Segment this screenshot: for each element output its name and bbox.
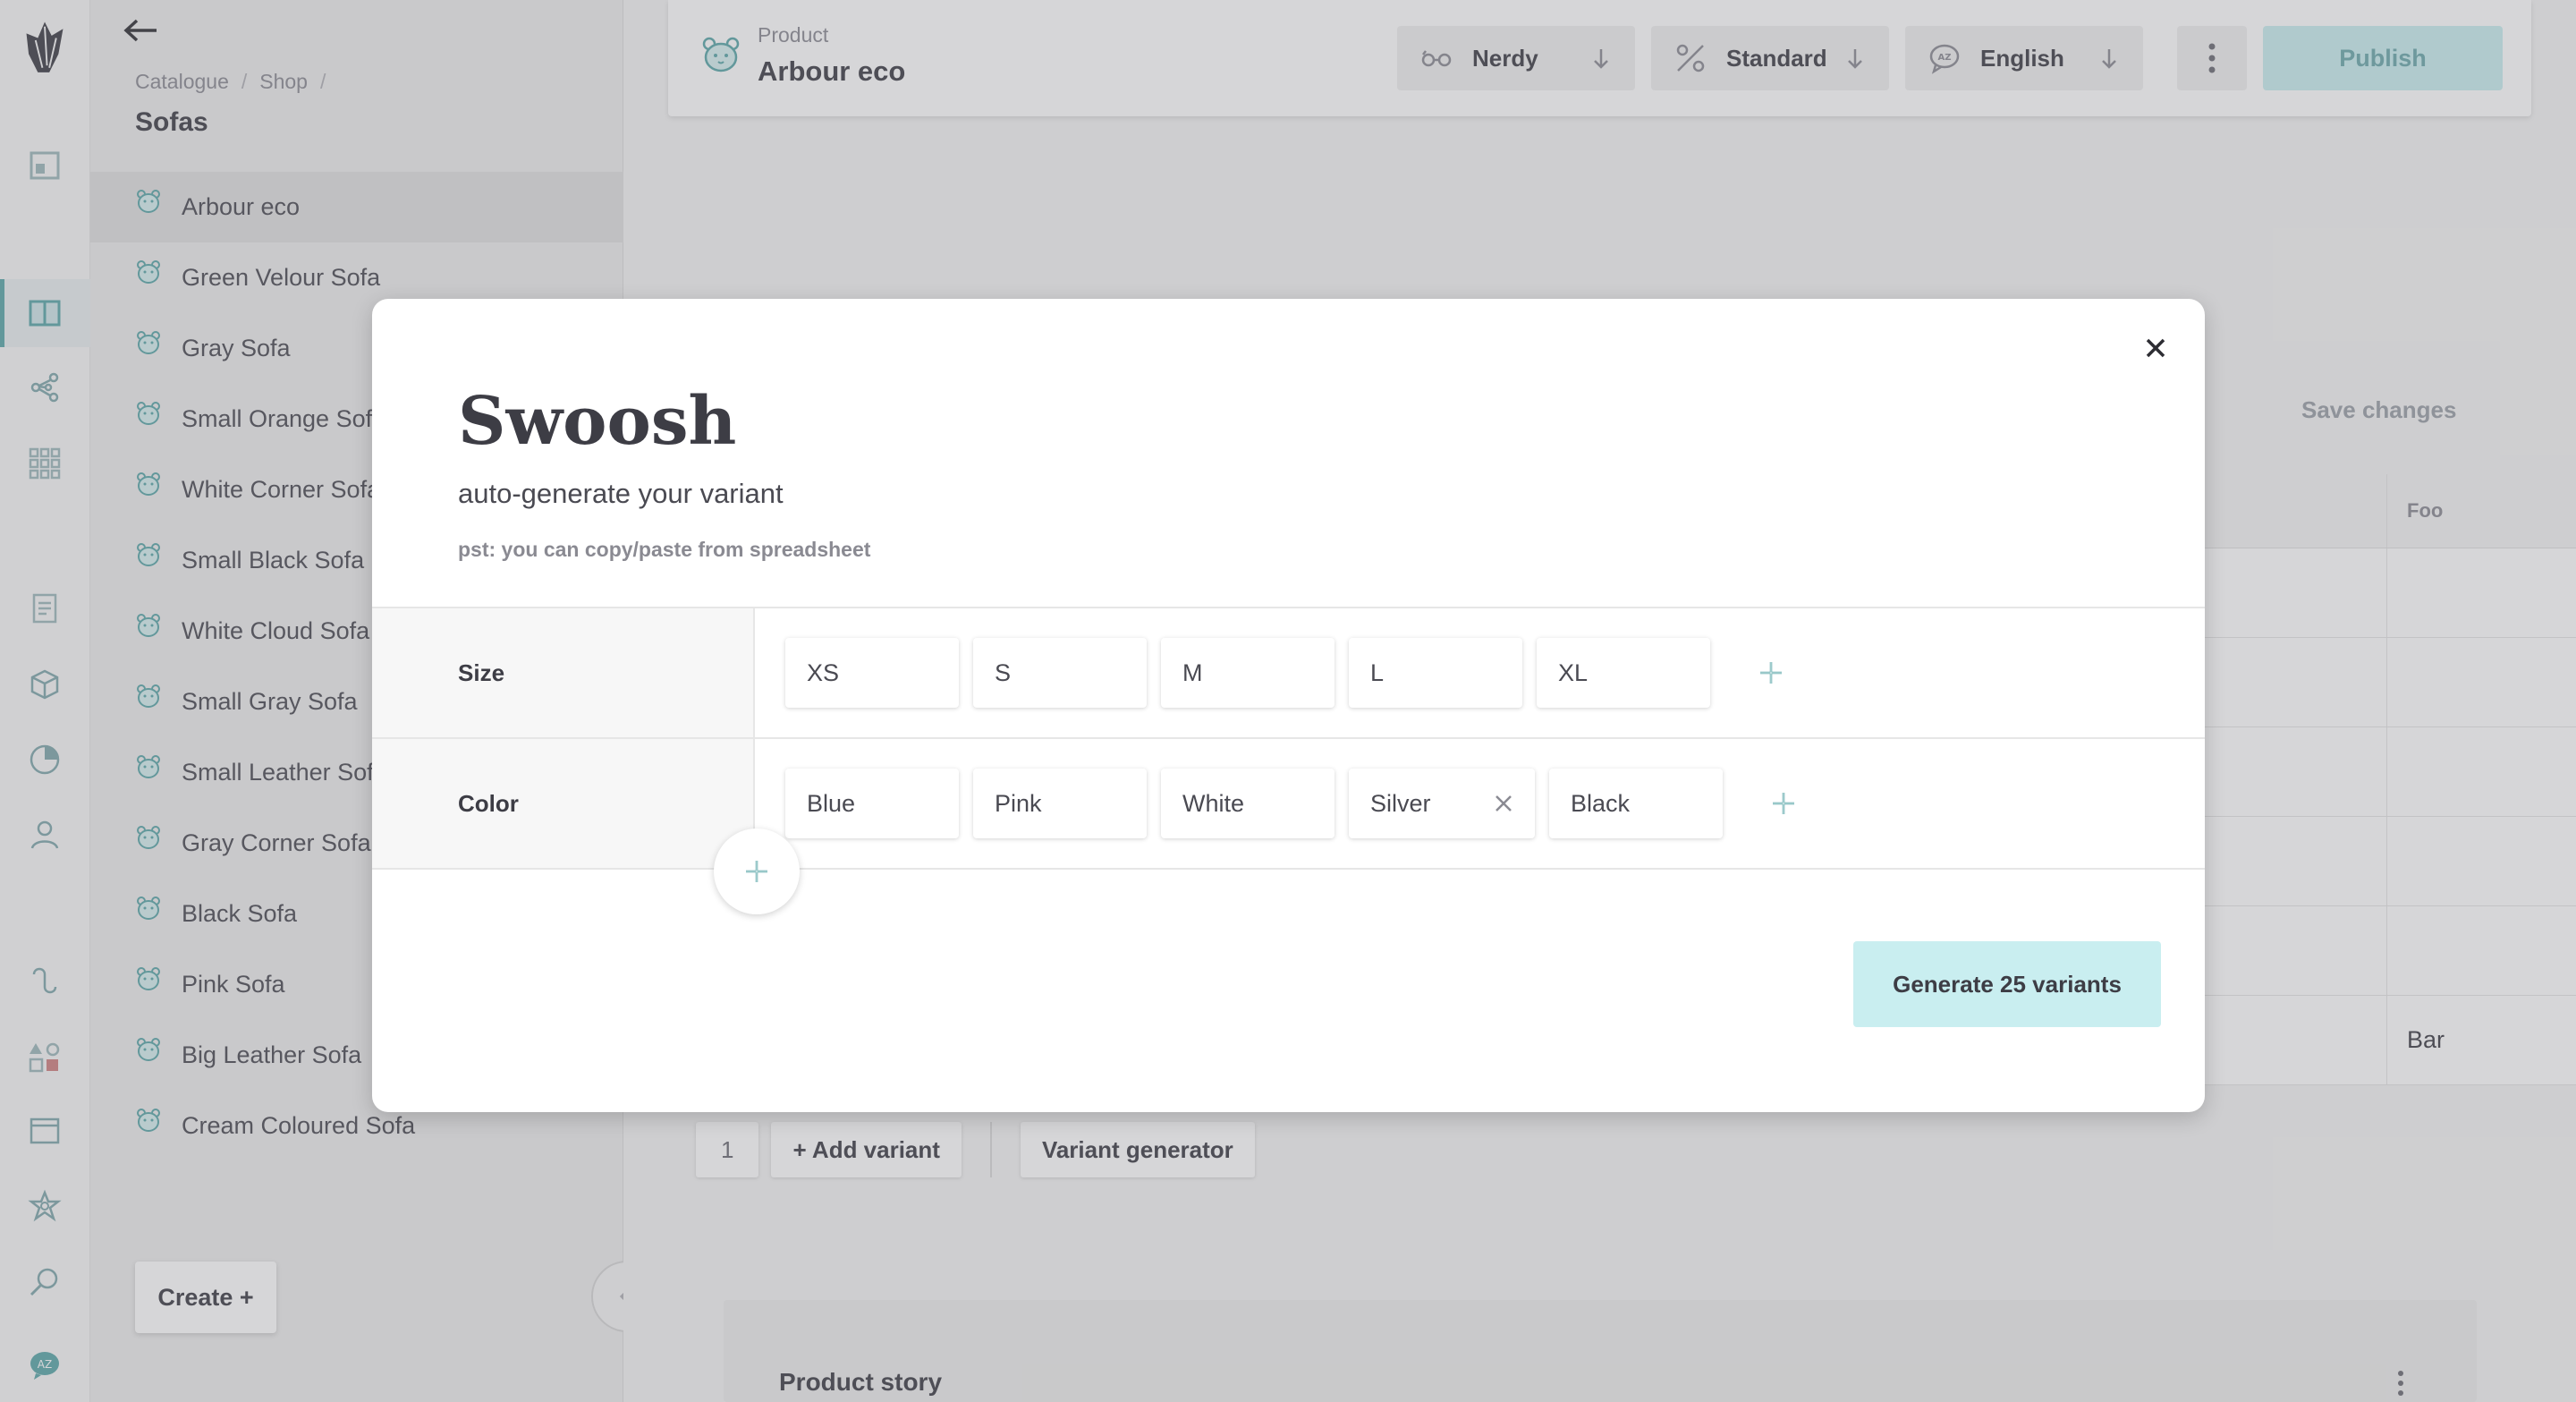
attribute-value-text: S [995, 659, 1012, 686]
attribute-value-text: M [1182, 659, 1203, 686]
attribute-value-text: L [1370, 659, 1385, 686]
attribute-row: Color Blue Pink White Silver Black [372, 737, 2205, 868]
attribute-value-input[interactable]: XS [785, 638, 959, 708]
attribute-value-text: Pink [995, 789, 1042, 817]
attribute-value-text: Silver [1370, 789, 1431, 817]
attribute-value-input[interactable]: L [1349, 638, 1522, 708]
attribute-value-text: Blue [807, 789, 856, 817]
attribute-name[interactable]: Color [372, 739, 755, 868]
divider [372, 868, 2205, 870]
attribute-value-text: XS [807, 659, 840, 686]
attribute-value-input[interactable]: White [1161, 769, 1335, 838]
attribute-value-text: Black [1571, 789, 1631, 817]
attribute-values: Blue Pink White Silver Black [785, 768, 1803, 839]
attribute-value-input[interactable]: Blue [785, 769, 959, 838]
add-value-icon[interactable] [1751, 653, 1791, 693]
add-attribute-button[interactable] [714, 828, 800, 914]
close-icon[interactable] [2142, 335, 2169, 361]
modal-subtitle: auto-generate your variant [458, 478, 784, 509]
attribute-name[interactable]: Size [372, 608, 755, 737]
add-value-icon[interactable] [1764, 784, 1803, 823]
modal-hint: pst: you can copy/paste from spreadsheet [458, 538, 871, 561]
attribute-value-input[interactable]: Silver [1349, 769, 1535, 838]
remove-value-icon[interactable] [1492, 792, 1515, 815]
attribute-value-input[interactable]: Pink [973, 769, 1147, 838]
attribute-value-input[interactable]: XL [1537, 638, 1710, 708]
generate-variants-button[interactable]: Generate 25 variants [1853, 941, 2161, 1027]
attribute-row: Size XS S M L XL [372, 607, 2205, 737]
attribute-values: XS S M L XL [785, 637, 1791, 709]
attribute-value-text: XL [1558, 659, 1589, 686]
attribute-value-input[interactable]: M [1161, 638, 1335, 708]
modal-title: Swoosh [458, 383, 737, 460]
attribute-value-input[interactable]: Black [1549, 769, 1723, 838]
plus-icon [746, 861, 767, 882]
variant-generator-modal: Swoosh auto-generate your variant pst: y… [372, 299, 2205, 1112]
attribute-value-text: White [1182, 789, 1245, 817]
attribute-value-input[interactable]: S [973, 638, 1147, 708]
